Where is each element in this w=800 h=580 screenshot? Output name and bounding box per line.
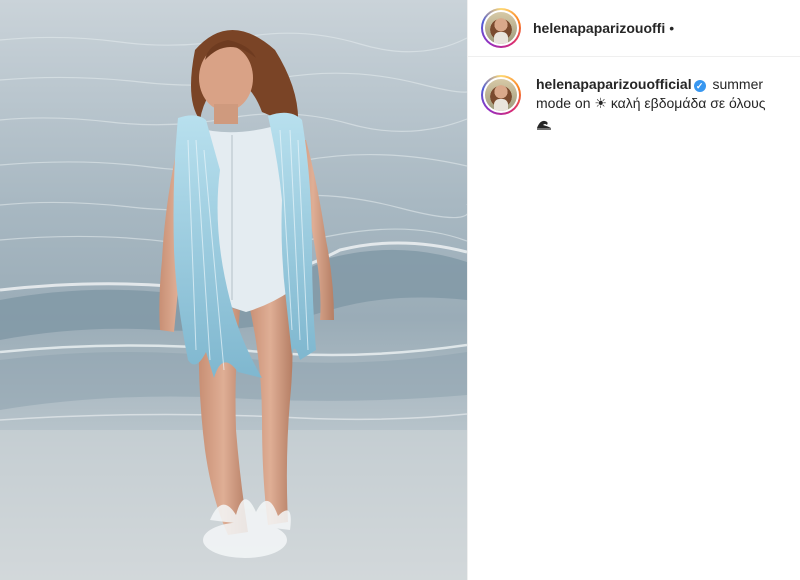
beach-photo-illustration: [0, 0, 467, 580]
avatar-photo: [485, 12, 517, 44]
avatar-photo: [485, 79, 517, 111]
caption-username[interactable]: helenapaparizouofficial: [536, 76, 692, 92]
post-photo[interactable]: [0, 0, 467, 580]
wave-icon: [536, 116, 552, 135]
post-side-panel: helenapaparizouoffi • helenapaparizouoff…: [467, 0, 800, 580]
sun-emoji: ☀: [594, 95, 607, 111]
avatar[interactable]: [481, 8, 521, 48]
caption-text: helenapaparizouofficial ✓ summer mode on …: [536, 75, 787, 135]
header-separator: •: [669, 20, 675, 36]
post-header: helenapaparizouoffi •: [468, 0, 800, 57]
header-username[interactable]: helenapaparizouoffi: [533, 20, 665, 36]
caption-comment: helenapaparizouofficial ✓ summer mode on …: [468, 57, 800, 135]
verified-badge-icon: ✓: [693, 80, 706, 92]
instagram-post: helenapaparizouoffi • helenapaparizouoff…: [0, 0, 800, 580]
caption-text-part2: καλή εβδομάδα σε όλους: [610, 95, 766, 111]
caption-avatar[interactable]: [481, 75, 521, 115]
